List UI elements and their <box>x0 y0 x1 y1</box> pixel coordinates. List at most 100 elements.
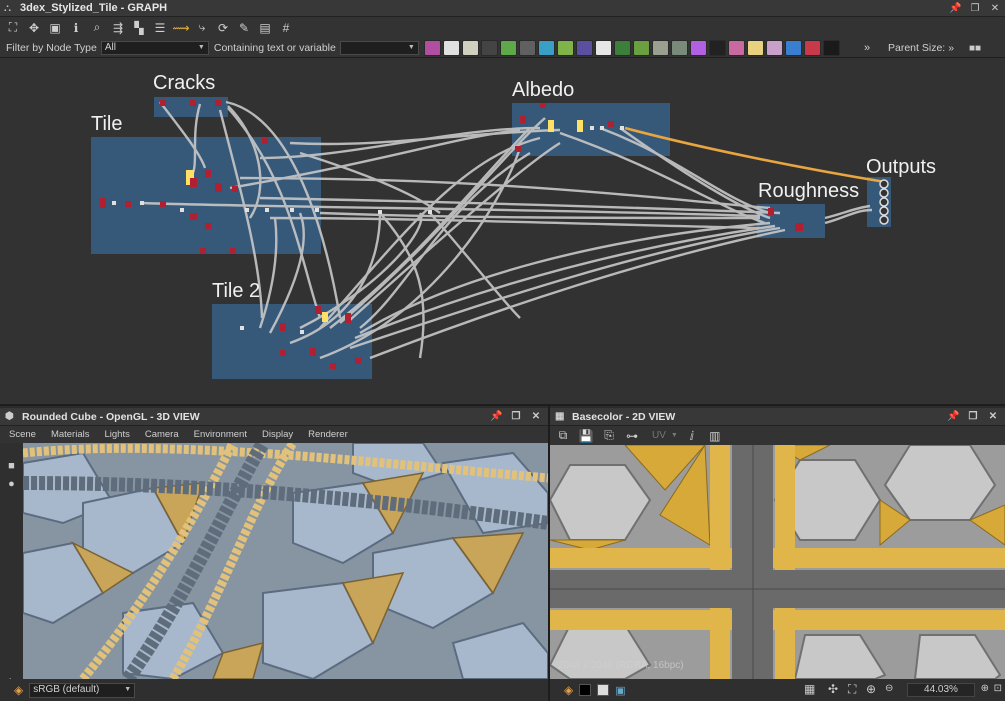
view3d-header: ⬢ Rounded Cube - OpenGL - 3D VIEW 📌 ❐ ✕ <box>0 408 548 426</box>
view3d-viewport[interactable] <box>23 443 548 679</box>
tools-icon[interactable]: ✎ <box>235 19 253 37</box>
refresh-icon[interactable]: ⟳ <box>214 19 232 37</box>
menu-scene[interactable]: Scene <box>9 429 36 440</box>
uv-label[interactable]: UV <box>652 430 666 441</box>
center-icon[interactable]: ⊕ <box>866 682 876 696</box>
color-node-icon[interactable] <box>690 40 707 56</box>
colorspace-value: sRGB (default) <box>33 683 100 695</box>
graph-canvas[interactable]: Cracks Tile Tile 2 Albedo Roughness Outp… <box>0 58 1005 406</box>
fit-icon[interactable]: ⛶ <box>848 682 856 697</box>
view2d-viewport[interactable]: 2048 x 2048 (RGBA, 16bpc) <box>550 445 1005 679</box>
circle-node-icon[interactable] <box>576 40 593 56</box>
tile-grid-icon[interactable]: ▦ <box>804 682 815 696</box>
curve-node-icon[interactable] <box>500 40 517 56</box>
pin-icon[interactable]: 📌 <box>490 411 502 423</box>
pin-icon[interactable]: 📌 <box>949 3 961 15</box>
camera-icon[interactable]: ■ <box>0 457 23 475</box>
close-icon[interactable]: ✕ <box>989 3 1001 15</box>
view3d-menu: Scene Materials Lights Camera Environmen… <box>0 426 548 443</box>
frame-roughness-label[interactable]: Roughness <box>758 180 859 203</box>
snapshot-icon[interactable]: ▤ <box>256 19 274 37</box>
frame-selected-icon[interactable]: ✥ <box>25 19 43 37</box>
link-style-icon[interactable]: ⟿ <box>172 19 190 37</box>
resolution-text: 2048 x 2048 (RGBA, 16bpc) <box>558 660 684 671</box>
menu-renderer[interactable]: Renderer <box>308 429 348 440</box>
mask-node-icon[interactable] <box>728 40 745 56</box>
node-filter-icons <box>424 38 840 58</box>
filter-node-icon[interactable] <box>614 40 631 56</box>
search-icon[interactable]: ⌕ <box>88 19 106 37</box>
frame-tile-2-label[interactable]: Tile 2 <box>212 280 260 303</box>
chevron-down-icon: ▼ <box>124 685 132 693</box>
sphere-node-icon[interactable] <box>671 40 688 56</box>
text-node-icon[interactable] <box>766 40 783 56</box>
lock-icon[interactable]: ⊡ <box>994 683 1002 694</box>
white-swatch[interactable] <box>597 684 610 696</box>
layout-icon[interactable]: ▚ <box>130 19 148 37</box>
float-window-icon[interactable]: ❐ <box>967 411 979 423</box>
tree-icon[interactable]: ⤷ <box>193 19 211 37</box>
black-swatch[interactable] <box>579 684 592 696</box>
zoom-out-icon[interactable]: ⊖ <box>885 683 893 694</box>
info-icon[interactable]: ℹ <box>67 19 85 37</box>
image-icon[interactable]: ▣ <box>615 684 625 697</box>
move-icon[interactable]: ✣ <box>828 682 838 696</box>
float-window-icon[interactable]: ❐ <box>510 411 522 423</box>
contains-input[interactable]: ▼ <box>339 40 419 55</box>
screenshot-icon[interactable]: ▣ <box>46 19 64 37</box>
histogram-icon[interactable]: ▥ <box>706 427 724 445</box>
export-icon[interactable]: ⧉ <box>554 427 572 445</box>
svg-node-icon[interactable] <box>443 40 460 56</box>
shuffle-node-icon[interactable] <box>481 40 498 56</box>
parent-size[interactable]: Parent Size: » <box>888 38 954 58</box>
chevron-down-icon: ▼ <box>197 43 205 51</box>
gradient-node-icon[interactable] <box>557 40 574 56</box>
save-icon[interactable]: 💾 <box>577 427 595 445</box>
tile-node-icon[interactable] <box>595 40 612 56</box>
triangle-node-icon[interactable] <box>747 40 764 56</box>
value-node-icon[interactable] <box>823 40 840 56</box>
material-node-icon[interactable] <box>633 40 650 56</box>
frame-outputs-label[interactable]: Outputs <box>866 156 936 179</box>
menu-environment[interactable]: Environment <box>194 429 247 440</box>
frame-tile-label[interactable]: Tile <box>91 113 122 136</box>
zoom-input[interactable]: 44.03% <box>907 683 975 697</box>
warp-node-icon[interactable] <box>538 40 555 56</box>
frame-tile-bg <box>91 137 321 254</box>
node-type-select[interactable]: All ▼ <box>100 40 209 55</box>
pin-icon[interactable]: 📌 <box>947 411 959 423</box>
frame-cracks-label[interactable]: Cracks <box>153 72 215 95</box>
output-nodes <box>879 179 889 225</box>
layers-icon[interactable]: ◈ <box>14 683 23 697</box>
blend-node-icon[interactable] <box>652 40 669 56</box>
grid-icon[interactable]: # <box>277 19 295 37</box>
light-icon[interactable]: ● <box>0 475 23 493</box>
close-icon[interactable]: ✕ <box>987 411 999 423</box>
chevron-down-icon: ▼ <box>670 432 678 439</box>
menu-lights[interactable]: Lights <box>104 429 129 440</box>
fill-node-icon[interactable] <box>804 40 821 56</box>
layers-icon[interactable]: ◈ <box>564 683 573 697</box>
close-icon[interactable]: ✕ <box>530 411 542 423</box>
zoom-in-icon[interactable]: ⊕ <box>981 683 989 694</box>
noise-node-icon[interactable] <box>709 40 726 56</box>
drop-node-icon[interactable] <box>519 40 536 56</box>
frame-all-icon[interactable]: ⛶ <box>4 19 22 37</box>
frame-albedo-label[interactable]: Albedo <box>512 79 574 102</box>
info-icon[interactable]: ⅈ <box>683 427 701 445</box>
more-icons-icon[interactable]: » <box>864 38 870 58</box>
menu-camera[interactable]: Camera <box>145 429 179 440</box>
transform-node-icon[interactable] <box>785 40 802 56</box>
bitmap-node-icon[interactable] <box>424 40 441 56</box>
list-icon[interactable]: ☰ <box>151 19 169 37</box>
align-icon[interactable]: ⇶ <box>109 19 127 37</box>
copy-icon[interactable]: ⎘ <box>600 427 618 445</box>
graph-toolbar: ⛶ ✥ ▣ ℹ ⌕ ⇶ ▚ ☰ ⟿ ⤷ ⟳ ✎ ▤ # <box>0 17 1005 38</box>
menu-display[interactable]: Display <box>262 429 293 440</box>
channels-icon[interactable]: ⊶ <box>623 427 641 445</box>
font-node-icon[interactable] <box>462 40 479 56</box>
colorspace-select[interactable]: sRGB (default) ▼ <box>29 682 136 698</box>
menu-materials[interactable]: Materials <box>51 429 90 440</box>
float-window-icon[interactable]: ❐ <box>969 3 981 15</box>
connect-icon[interactable]: ■■ <box>964 40 986 56</box>
